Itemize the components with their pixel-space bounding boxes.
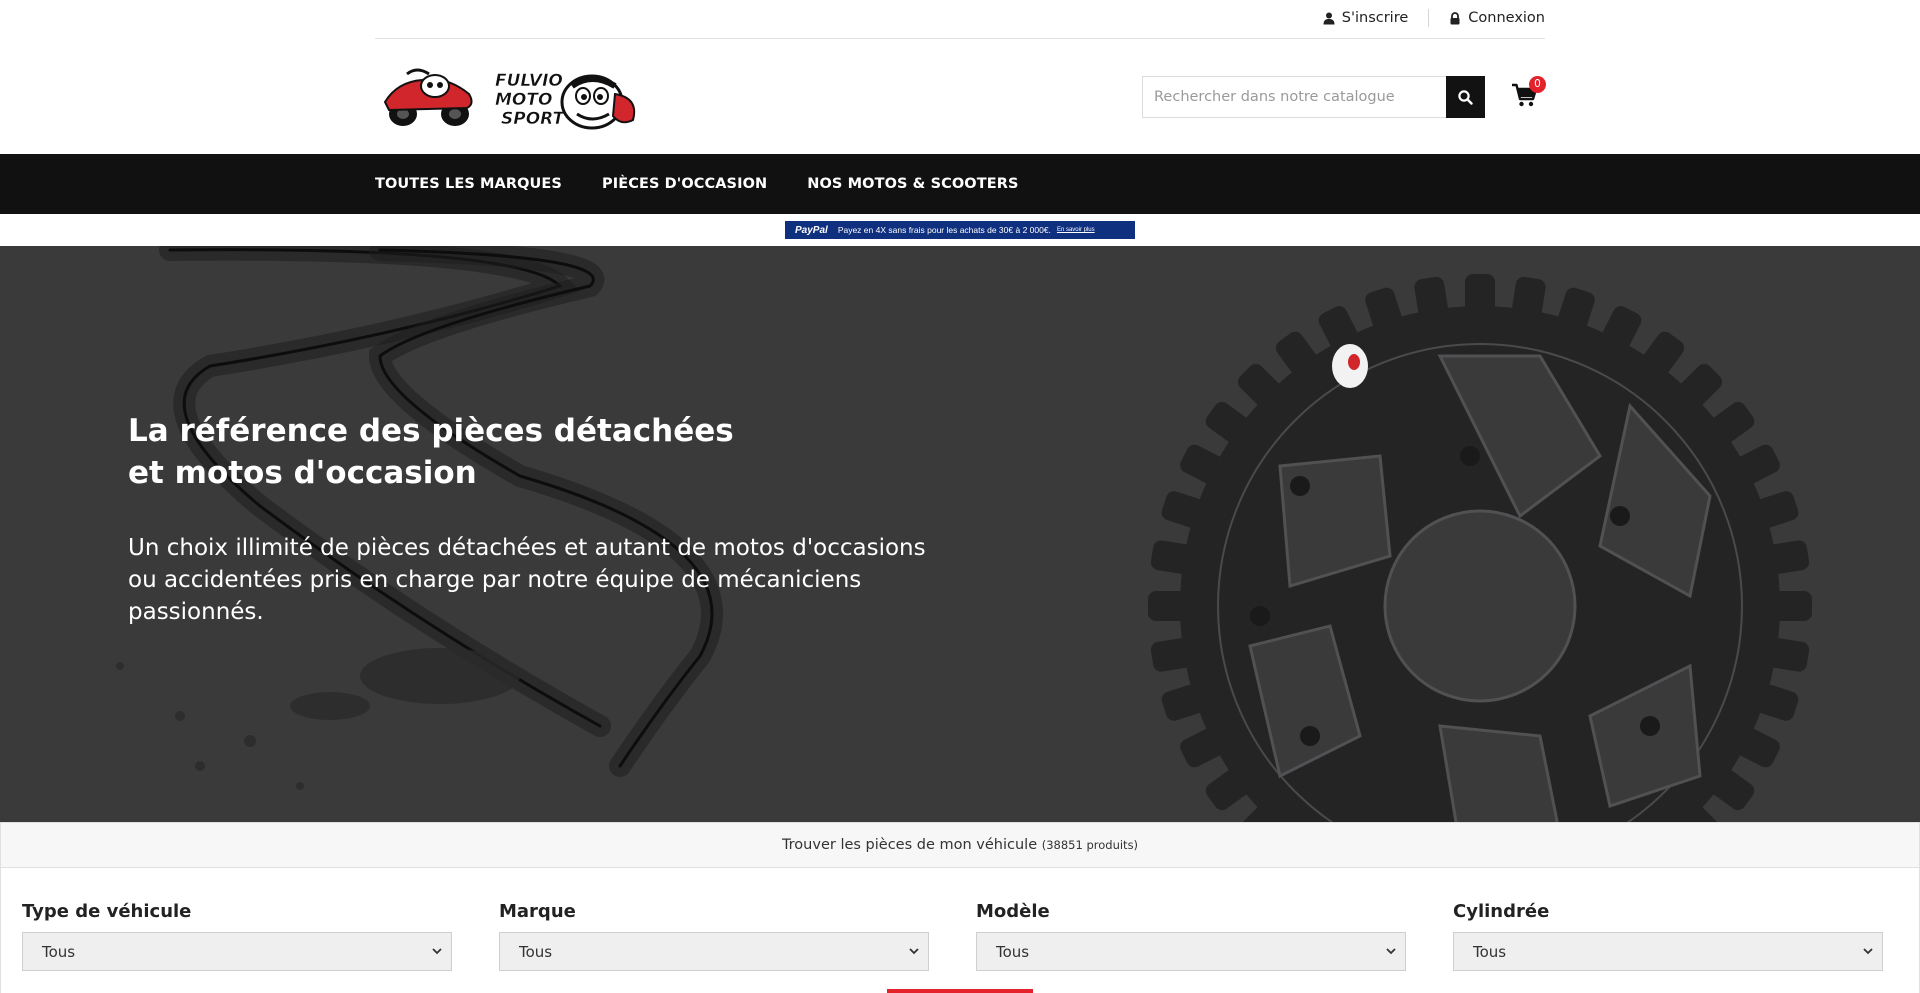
site-header: FULVIO MOTO SPORT 0 xyxy=(375,39,1546,154)
svg-text:SPORT: SPORT xyxy=(501,109,565,129)
divider xyxy=(1428,9,1430,27)
model-value: Tous xyxy=(996,942,1030,961)
model-select[interactable]: Tous xyxy=(976,932,1406,971)
login-link[interactable]: Connexion xyxy=(1449,10,1545,26)
chevron-down-icon xyxy=(909,948,919,955)
site-logo[interactable]: FULVIO MOTO SPORT xyxy=(377,64,672,130)
displacement-select[interactable]: Tous xyxy=(1453,932,1883,971)
filter-brand: Marque Tous xyxy=(499,901,929,971)
search-icon xyxy=(1458,89,1473,105)
nav-item-all-brands[interactable]: TOUTES LES MARQUES xyxy=(375,176,562,192)
nav-menu: TOUTES LES MARQUES PIÈCES D'OCCASION NOS… xyxy=(375,154,1059,214)
filter-displacement-label: Cylindrée xyxy=(1453,901,1550,922)
filter-model-label: Modèle xyxy=(976,901,1050,922)
account-links: S'inscrire Connexion xyxy=(1323,9,1545,27)
nav-item-used-parts[interactable]: PIÈCES D'OCCASION xyxy=(602,176,767,192)
cart-count-badge: 0 xyxy=(1529,76,1546,93)
paypal-banner[interactable]: PayPal Payez en 4X sans frais pour les a… xyxy=(785,221,1135,239)
main-nav: TOUTES LES MARQUES PIÈCES D'OCCASION NOS… xyxy=(0,154,1920,214)
logo-image: FULVIO MOTO SPORT xyxy=(383,68,636,130)
search-input[interactable] xyxy=(1142,76,1446,118)
top-bar: S'inscrire Connexion xyxy=(375,0,1545,39)
search-button-edge[interactable] xyxy=(887,989,1033,993)
svg-text:MOTO: MOTO xyxy=(495,90,552,110)
hero-subtitle: Un choix illimité de pièces détachées et… xyxy=(128,535,926,625)
vehicle-type-select[interactable]: Tous xyxy=(22,932,452,971)
register-link[interactable]: S'inscrire xyxy=(1323,10,1409,26)
nav-item-motos-scooters[interactable]: NOS MOTOS & SCOOTERS xyxy=(807,176,1018,192)
user-icon xyxy=(1323,12,1335,24)
register-label: S'inscrire xyxy=(1341,10,1409,26)
hero-banner[interactable]: La référence des pièces détachées et mot… xyxy=(0,246,1920,822)
product-count: (38851 produits) xyxy=(1041,838,1139,852)
search-button[interactable] xyxy=(1446,76,1485,118)
hero-title: La référence des pièces détachées et mot… xyxy=(128,413,734,491)
paypal-logo: PayPal xyxy=(795,224,828,236)
chevron-down-icon xyxy=(432,948,442,955)
part-finder: Type de véhicule Tous Marque Tous Modèle… xyxy=(0,868,1920,993)
chevron-down-icon xyxy=(1386,948,1396,955)
displacement-value: Tous xyxy=(1473,942,1507,961)
chevron-down-icon xyxy=(1863,948,1873,955)
search-bar xyxy=(1142,76,1485,118)
paypal-text: Payez en 4X sans frais pour les achats d… xyxy=(837,225,1051,235)
filter-displacement: Cylindrée Tous xyxy=(1453,901,1883,971)
filter-vehicle-type: Type de véhicule Tous xyxy=(22,901,452,971)
filter-brand-label: Marque xyxy=(499,901,576,922)
brand-select[interactable]: Tous xyxy=(499,932,929,971)
vehicle-type-value: Tous xyxy=(42,942,76,961)
part-finder-heading: Trouver les pièces de mon véhicule xyxy=(781,837,1038,853)
lock-icon xyxy=(1450,11,1460,24)
filter-vehicle-type-label: Type de véhicule xyxy=(22,901,192,922)
brand-value: Tous xyxy=(519,942,553,961)
filter-model: Modèle Tous xyxy=(976,901,1406,971)
paypal-learn-more-link[interactable]: En savoir plus xyxy=(1057,227,1095,233)
part-finder-header: Trouver les pièces de mon véhicule (3885… xyxy=(0,822,1920,868)
svg-text:FULVIO: FULVIO xyxy=(495,71,563,91)
login-label: Connexion xyxy=(1468,10,1545,26)
cart-button[interactable]: 0 xyxy=(1512,76,1546,111)
